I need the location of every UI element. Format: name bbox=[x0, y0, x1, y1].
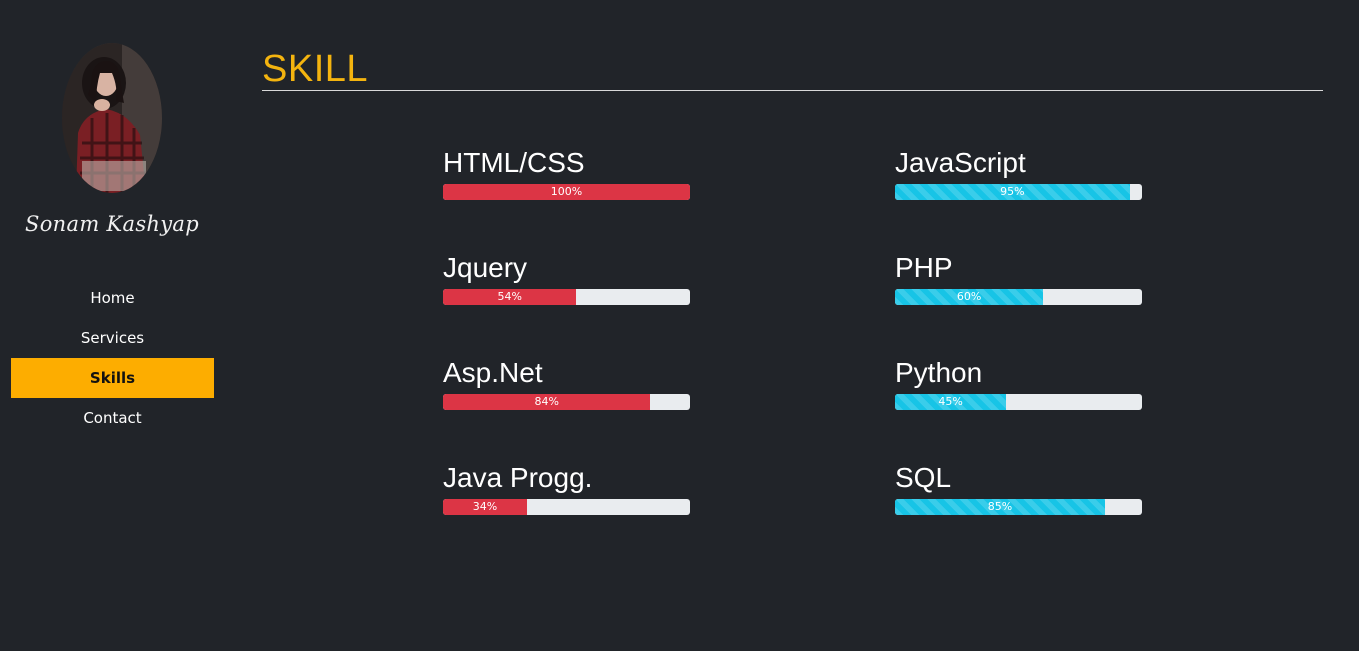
skill-item: Python 45% bbox=[895, 357, 1142, 410]
skill-progress: 85% bbox=[895, 499, 1142, 515]
skill-item: SQL 85% bbox=[895, 462, 1142, 515]
skill-name: Asp.Net bbox=[443, 357, 543, 388]
avatar bbox=[62, 43, 162, 193]
nav-item-services[interactable]: Services bbox=[11, 318, 214, 358]
skill-progress: 84% bbox=[443, 394, 690, 410]
title-divider bbox=[262, 90, 1323, 91]
skill-progress-bar: 60% bbox=[895, 289, 1044, 305]
nav-item-contact[interactable]: Contact bbox=[11, 398, 214, 438]
skill-progress-bar: 34% bbox=[443, 499, 527, 515]
skill-progress: 54% bbox=[443, 289, 690, 305]
skill-progress: 60% bbox=[895, 289, 1142, 305]
skill-progress-bar: 84% bbox=[443, 394, 651, 410]
skill-progress-bar: 95% bbox=[895, 184, 1130, 200]
skill-item: Asp.Net 84% bbox=[443, 357, 690, 410]
skill-progress-bar: 45% bbox=[895, 394, 1007, 410]
skill-progress: 95% bbox=[895, 184, 1142, 200]
nav-item-skills[interactable]: Skills bbox=[11, 358, 214, 398]
skill-name: Python bbox=[895, 357, 983, 388]
skill-progress: 45% bbox=[895, 394, 1142, 410]
skill-name: Jquery bbox=[443, 252, 528, 283]
page-title: SKILL bbox=[262, 48, 369, 90]
skill-item: JavaScript 95% bbox=[895, 147, 1142, 200]
skill-name: JavaScript bbox=[895, 147, 1026, 178]
skill-progress: 100% bbox=[443, 184, 690, 200]
skill-name: PHP bbox=[895, 252, 953, 283]
skill-name: HTML/CSS bbox=[443, 147, 585, 178]
skill-item: Jquery 54% bbox=[443, 252, 690, 305]
skill-progress: 34% bbox=[443, 499, 690, 515]
skill-name: SQL bbox=[895, 462, 952, 493]
main-content: SKILL HTML/CSS 100% Jquery 54% Asp.Net 8… bbox=[262, 0, 1323, 651]
skill-progress-bar: 100% bbox=[443, 184, 690, 200]
profile-photo bbox=[62, 43, 162, 193]
nav-item-home[interactable]: Home bbox=[11, 278, 214, 318]
skill-progress-bar: 85% bbox=[895, 499, 1105, 515]
sidebar: Sonam Kashyap Home Services Skills Conta… bbox=[0, 0, 224, 651]
profile-name: Sonam Kashyap bbox=[25, 212, 199, 236]
sidebar-nav: Home Services Skills Contact bbox=[11, 278, 214, 438]
skill-progress-bar: 54% bbox=[443, 289, 577, 305]
skill-item: PHP 60% bbox=[895, 252, 1142, 305]
skill-item: Java Progg. 34% bbox=[443, 462, 690, 515]
skill-item: HTML/CSS 100% bbox=[443, 147, 690, 200]
skill-name: Java Progg. bbox=[443, 462, 593, 493]
